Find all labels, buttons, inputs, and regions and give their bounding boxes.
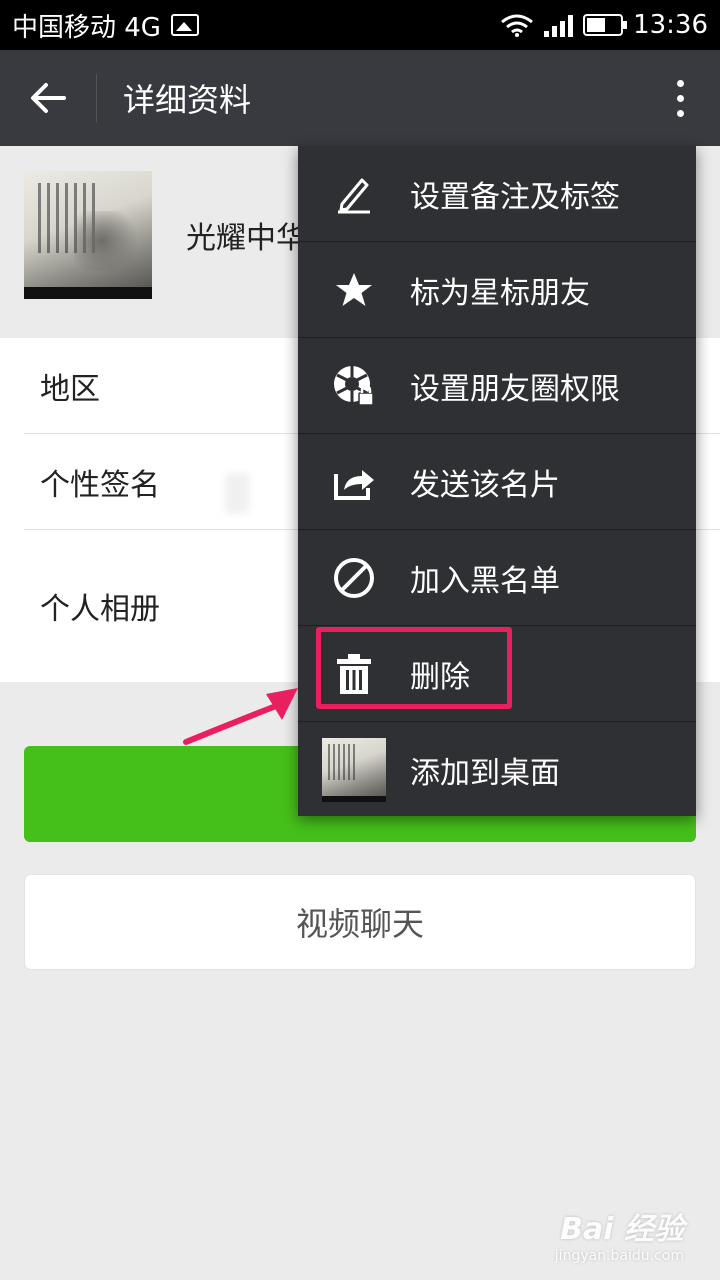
menu-item-blacklist[interactable]: 加入黑名单 (298, 530, 696, 626)
status-left: 中国移动 4G (12, 7, 199, 44)
menu-label: 添加到桌面 (410, 756, 560, 791)
menu-label: 加入黑名单 (410, 563, 560, 599)
carrier-text: 中国移动 4G (12, 12, 161, 43)
watermark-url: jingyan.baidu.com (554, 1248, 684, 1264)
edit-pencil-icon (298, 146, 410, 242)
clock-text: 13:36 (633, 10, 708, 40)
star-icon (298, 242, 410, 338)
menu-item-moments-permission[interactable]: 设置朋友圈权限 (298, 338, 696, 434)
menu-item-star[interactable]: 标为星标朋友 (298, 242, 696, 338)
pointer-arrow-icon (183, 688, 298, 745)
battery-icon (583, 14, 628, 36)
menu-label: 设置朋友圈权限 (410, 371, 620, 407)
status-bar: 中国移动 4G 13:36 (0, 0, 720, 50)
signature-label: 个性签名 (40, 467, 160, 503)
blurred-signature-value (225, 473, 249, 513)
wifi-icon (501, 14, 533, 37)
signal-icon (544, 13, 574, 37)
status-right: 13:36 (500, 10, 708, 40)
watermark-brand: Bai 经验 (560, 1212, 684, 1247)
back-arrow-icon[interactable] (0, 50, 96, 146)
menu-label: 标为星标朋友 (410, 275, 590, 311)
menu-label: 设置备注及标签 (410, 179, 620, 215)
more-vertical-icon[interactable] (640, 50, 720, 146)
menu-item-remark[interactable]: 设置备注及标签 (298, 146, 696, 242)
overflow-menu: 设置备注及标签 标为星标朋友 设置朋友圈权限 发送该名片 加入黑名单 删除 添加… (298, 146, 696, 816)
moments-lock-icon (298, 338, 410, 434)
avatar[interactable] (24, 171, 152, 299)
image-notification-icon (170, 14, 199, 36)
block-icon (298, 530, 410, 626)
baidu-watermark: Bai 经验 jingyan.baidu.com (555, 1204, 684, 1264)
appbar-divider (96, 74, 97, 122)
menu-item-send-card[interactable]: 发送该名片 (298, 434, 696, 530)
album-label: 个人相册 (40, 592, 160, 627)
region-label: 地区 (40, 371, 100, 407)
avatar-thumbnail (298, 722, 410, 818)
delete-highlight-box (316, 627, 512, 709)
menu-item-add-to-desktop[interactable]: 添加到桌面 (298, 722, 696, 818)
video-chat-button[interactable]: 视频聊天 (24, 874, 696, 970)
share-icon (298, 434, 410, 530)
menu-label: 发送该名片 (410, 467, 560, 503)
profile-name: 光耀中华 (186, 221, 306, 256)
app-bar: 详细资料 (0, 50, 720, 146)
page-title: 详细资料 (123, 81, 252, 119)
